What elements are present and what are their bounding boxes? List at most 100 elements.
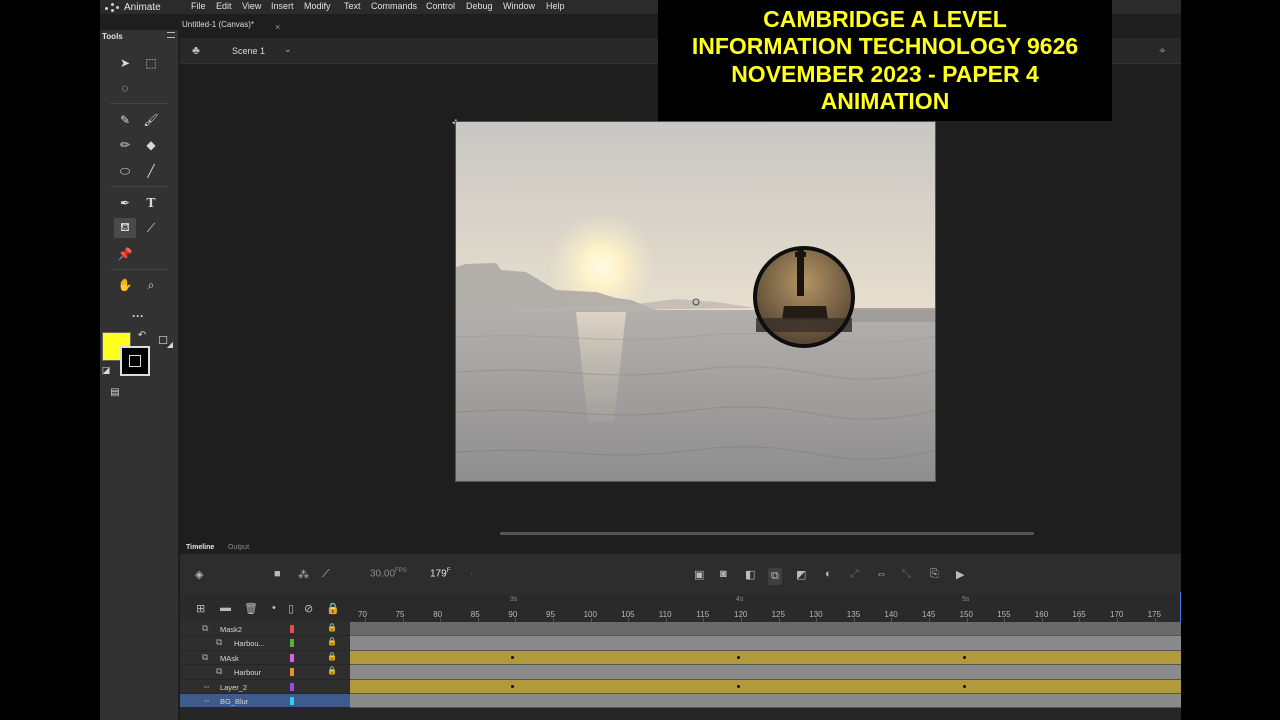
fps-value[interactable]: 30.00FPS xyxy=(370,568,407,579)
brush-tool-icon[interactable]: 🖌 xyxy=(140,110,162,130)
layer-color-swatch[interactable] xyxy=(290,653,294,662)
chevron-down-icon[interactable]: ⌄ xyxy=(284,44,292,55)
layer-color-swatch[interactable] xyxy=(290,682,294,691)
menu-text[interactable]: Text xyxy=(344,1,361,11)
eraser-tool-icon[interactable]: ◆ xyxy=(140,135,162,155)
menu-commands[interactable]: Commands xyxy=(371,1,417,11)
swap-colors-icon[interactable]: ↶ xyxy=(134,328,150,342)
tween-icon[interactable]: ◐ xyxy=(825,568,832,580)
layer-row[interactable]: ⇔ Layer_2 xyxy=(180,679,350,694)
pin-tool-icon[interactable]: 📌 xyxy=(114,244,136,264)
frame-ruler[interactable]: 70 75 80 85 90 95 100 105 110 115 120 125 130 135 140 1… xyxy=(350,594,1181,622)
frame-grid[interactable] xyxy=(350,622,1181,720)
tab-timeline[interactable]: Timeline xyxy=(186,544,214,551)
center-frame-icon[interactable]: ▣ xyxy=(694,568,704,581)
keyframe-dot[interactable] xyxy=(963,655,966,659)
dropdown-triangle-icon[interactable]: ◢ xyxy=(164,338,176,350)
line-tool-icon[interactable]: ╱ xyxy=(140,161,162,181)
more-tools-icon[interactable]: ··· xyxy=(127,306,149,326)
menu-insert[interactable]: Insert xyxy=(271,1,294,11)
menu-window[interactable]: Window xyxy=(503,1,535,11)
menu-view[interactable]: View xyxy=(242,1,261,11)
play-icon[interactable]: ▶ xyxy=(956,568,964,581)
paint-brush-tool-icon[interactable]: ✎ xyxy=(114,110,136,130)
graph-icon[interactable]: ⟋ xyxy=(322,568,330,581)
frame-span[interactable] xyxy=(350,636,1181,651)
keyframe-dot[interactable] xyxy=(737,655,740,659)
tab-output[interactable]: Output xyxy=(228,544,249,551)
layer-color-swatch[interactable] xyxy=(290,625,294,633)
text-tool-icon[interactable]: T xyxy=(140,193,162,213)
keyframe-dot[interactable] xyxy=(511,655,514,659)
frame-span[interactable] xyxy=(350,665,1181,680)
visibility-icon[interactable]: ⊘ xyxy=(304,602,313,615)
keyframe-dot[interactable] xyxy=(511,684,514,688)
left-border xyxy=(0,0,100,720)
highlight-dot-icon[interactable]: • xyxy=(272,602,276,614)
layer-color-swatch[interactable] xyxy=(290,697,294,705)
menu-edit[interactable]: Edit xyxy=(216,1,232,11)
frame-span[interactable] xyxy=(350,679,1181,694)
oval-tool-icon[interactable]: ⬭ xyxy=(114,161,136,181)
object-drawing-icon[interactable]: ▤ xyxy=(105,385,125,399)
layer-color-swatch[interactable] xyxy=(290,639,294,648)
lock-icon[interactable]: 🔒 xyxy=(327,652,337,661)
new-folder-icon[interactable]: ▬ xyxy=(220,602,231,614)
pen-tool-icon[interactable]: ✒ xyxy=(114,193,136,213)
selection-tool-icon[interactable]: ➤ xyxy=(114,53,136,73)
menu-file[interactable]: File xyxy=(191,1,206,11)
overlay-line-1: CAMBRIDGE A LEVEL xyxy=(763,5,1007,32)
pencil-tool-icon[interactable]: ✏ xyxy=(114,135,136,155)
delete-layer-icon[interactable]: 🗑 xyxy=(244,602,258,615)
close-tab-icon[interactable]: × xyxy=(275,22,280,32)
playhead[interactable] xyxy=(1180,592,1181,622)
menu-debug[interactable]: Debug xyxy=(466,1,493,11)
paint-bucket-tool-icon[interactable]: ⛾ xyxy=(114,218,136,238)
hand-tool-icon[interactable]: ✋ xyxy=(114,275,136,295)
onion-skin-icon[interactable]: ◧ xyxy=(745,568,755,581)
ruler-second-label: 3s xyxy=(510,596,518,603)
default-colors-icon[interactable]: ◪ xyxy=(100,364,112,376)
clubs-icon[interactable]: ♣ xyxy=(192,43,200,57)
lock-icon[interactable]: 🔒 xyxy=(327,637,337,646)
layer-row[interactable]: ⇔ BG_Blur xyxy=(180,694,350,709)
lock-icon[interactable]: 🔒 xyxy=(326,602,340,615)
loop-icon[interactable]: ◙ xyxy=(720,568,727,580)
lock-icon[interactable]: 🔒 xyxy=(327,666,337,675)
export-icon[interactable]: ⎘ xyxy=(930,568,939,581)
lock-icon[interactable]: 🔒 xyxy=(327,623,337,632)
layer-row[interactable]: ⧉ MAsk 🔒 xyxy=(180,650,350,666)
stroke-color-swatch[interactable] xyxy=(120,346,150,376)
frame-span[interactable] xyxy=(350,622,1181,637)
layer-parenting-icon[interactable]: ⁂ xyxy=(298,568,309,581)
stage[interactable] xyxy=(455,121,936,482)
frame-span[interactable] xyxy=(350,650,1181,666)
layer-name: Mask2 xyxy=(220,625,243,634)
new-layer-icon[interactable]: ⊞ xyxy=(196,602,205,615)
current-frame[interactable]: 179F xyxy=(430,568,450,579)
layer-color-swatch[interactable] xyxy=(290,668,294,677)
insert-keyframe-icon[interactable]: ◩ xyxy=(796,568,806,581)
menu-modify[interactable]: Modify xyxy=(304,1,331,11)
horizontal-scrollbar[interactable] xyxy=(500,532,1034,535)
keyframe-dot[interactable] xyxy=(737,684,740,688)
menu-help[interactable]: Help xyxy=(546,1,565,11)
eyedropper-tool-icon[interactable]: ⟋ xyxy=(140,218,162,238)
camera-icon[interactable]: ■ xyxy=(274,568,281,580)
layers-icon[interactable]: ◈ xyxy=(195,568,203,581)
layer-row[interactable]: ⧉ Mask2 🔒 xyxy=(180,622,350,637)
lasso-tool-icon[interactable]: ◌ xyxy=(114,78,136,98)
panel-menu-icon[interactable] xyxy=(167,32,175,38)
menu-control[interactable]: Control xyxy=(426,1,455,11)
outline-icon[interactable]: ▯ xyxy=(288,602,294,615)
layer-row[interactable]: ⧉ Harbou... 🔒 xyxy=(180,636,350,651)
scene-name[interactable]: Scene 1 xyxy=(232,46,265,56)
frame-span[interactable] xyxy=(350,694,1181,709)
layer-row[interactable]: ⧉ Harbour 🔒 xyxy=(180,665,350,680)
zoom-tool-icon[interactable]: ⌕ xyxy=(140,275,162,295)
free-transform-tool-icon[interactable]: ⬚ xyxy=(140,53,162,73)
center-stage-icon[interactable]: ⌖ xyxy=(1159,43,1166,58)
edit-multiple-frames-icon[interactable]: ⧉ xyxy=(768,568,782,585)
keyframe-dot[interactable] xyxy=(963,684,966,688)
shape-tween-icon[interactable]: ⇔ xyxy=(876,568,887,580)
